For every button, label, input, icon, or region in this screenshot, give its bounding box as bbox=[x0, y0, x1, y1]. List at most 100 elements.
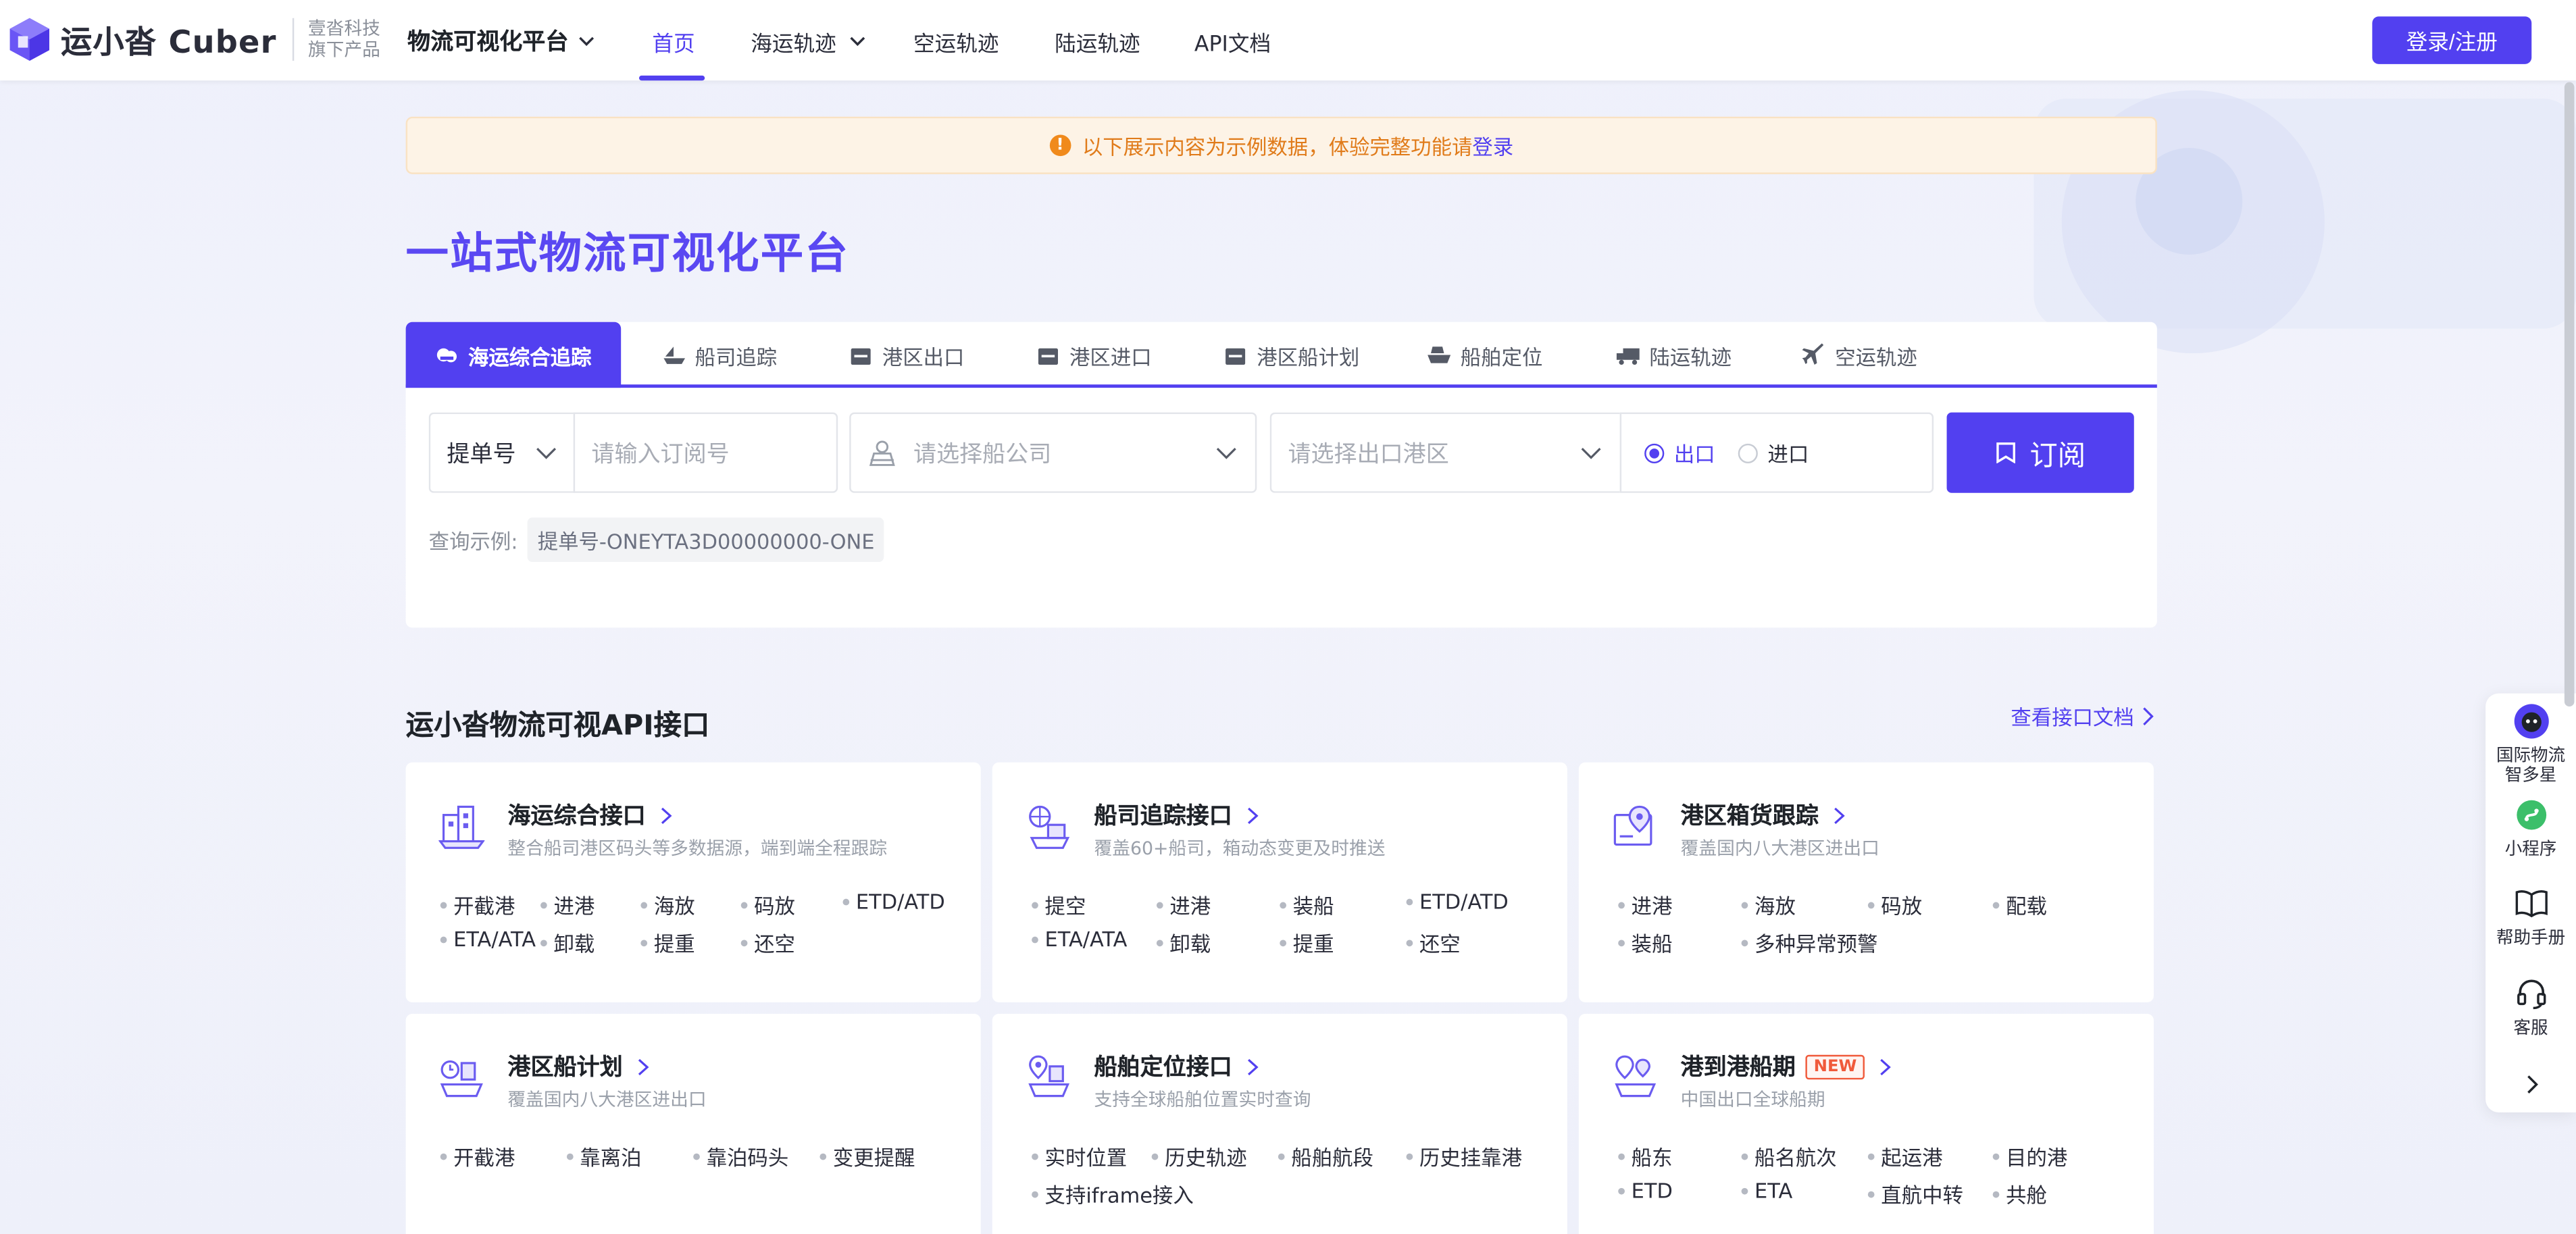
feature-item: 配载 bbox=[1993, 889, 2047, 920]
carrier-select[interactable]: 请选择船公司 bbox=[849, 412, 1257, 493]
login-register-button[interactable]: 登录/注册 bbox=[2372, 16, 2532, 64]
tab-port-import[interactable]: 港区进口 bbox=[1036, 322, 1152, 388]
api-card-title: 港区船计划 bbox=[507, 1050, 649, 1083]
nav-air-tracking[interactable]: 空运轨迹 bbox=[913, 26, 999, 57]
example-chip[interactable]: 提单号-ONEYTA3D00000000-ONE bbox=[528, 517, 885, 562]
api-card-ocean-combined[interactable]: 海运综合接口 整合船司港区码头等多数据源，端到端全程跟踪 开截港 进港 海放 码… bbox=[405, 762, 981, 1002]
subscribe-button[interactable]: 订阅 bbox=[1946, 412, 2134, 493]
nav-land-tracking[interactable]: 陆运轨迹 bbox=[1055, 26, 1140, 57]
side-item-label: 小程序 bbox=[2504, 840, 2557, 860]
feature-item: 起运港 bbox=[1868, 1140, 1942, 1171]
api-card-title-text: 港到港船期 bbox=[1680, 1054, 1796, 1081]
feature-item: 共舱 bbox=[1993, 1178, 2047, 1209]
direction-radio-group: 出口 进口 bbox=[1619, 412, 1934, 493]
tab-carrier-tracking[interactable]: 船司追踪 bbox=[662, 322, 777, 388]
tab-ocean-combined[interactable]: 海运综合追踪 bbox=[405, 322, 622, 388]
platform-dropdown[interactable]: 物流可视化平台 bbox=[407, 24, 595, 57]
feature-item: 进港 bbox=[540, 889, 595, 920]
chevron-right-icon bbox=[1248, 1058, 1259, 1075]
tab-land-tracking[interactable]: 陆运轨迹 bbox=[1616, 322, 1732, 388]
tab-port-vessel-plan[interactable]: 港区船计划 bbox=[1224, 322, 1360, 388]
chevron-down-icon bbox=[579, 36, 595, 45]
api-card-desc: 覆盖60+船司，箱动态变更及时推送 bbox=[1094, 838, 1386, 860]
warning-icon: ! bbox=[1049, 134, 1071, 157]
logo-divider bbox=[293, 18, 295, 61]
api-card-title: 船舶定位接口 bbox=[1094, 1050, 1259, 1083]
radio-import[interactable]: 进口 bbox=[1738, 437, 1809, 468]
feature-item: ETA bbox=[1742, 1178, 1792, 1202]
vessel-schedule-icon bbox=[440, 1060, 483, 1098]
side-item-ai-assistant[interactable]: 国际物流智多星 bbox=[2485, 703, 2576, 786]
notice-text: 以下展示内容为示例数据，体验完整功能请 bbox=[1082, 134, 1473, 159]
feature-item: 船东 bbox=[1618, 1140, 1673, 1171]
logo[interactable]: 运小沓 Cuber 壹沓科技 旗下产品 bbox=[8, 16, 380, 62]
tagline-line2: 旗下产品 bbox=[307, 39, 380, 61]
api-card-port-schedule[interactable]: 港到港船期 NEW 中国出口全球船期 船东 船名航次 起运港 目的港 ETD ET… bbox=[1578, 1013, 2154, 1234]
collapse-panel-button[interactable] bbox=[2485, 1075, 2576, 1094]
api-card-title: 港区箱货跟踪 bbox=[1681, 798, 1845, 831]
feature-item: 靠离泊 bbox=[567, 1140, 641, 1171]
api-card-carrier-tracking[interactable]: 船司追踪接口 覆盖60+船司，箱动态变更及时推送 提空 进港 装船 ETD/AT… bbox=[992, 762, 1567, 1002]
tab-label: 港区船计划 bbox=[1257, 344, 1360, 369]
number-type-value: 提单号 bbox=[447, 441, 516, 468]
api-card-title: 港到港船期 NEW bbox=[1681, 1050, 1892, 1083]
api-card-desc: 中国出口全球船期 bbox=[1680, 1089, 1825, 1111]
tab-vessel-positioning[interactable]: 船舶定位 bbox=[1428, 322, 1542, 388]
chevron-right-icon bbox=[1834, 806, 1845, 823]
api-card-title: 船司追踪接口 bbox=[1094, 798, 1259, 831]
active-nav-indicator bbox=[638, 75, 705, 81]
chevron-down-icon bbox=[536, 448, 557, 459]
nav-api-docs[interactable]: API文档 bbox=[1194, 26, 1271, 57]
radio-export[interactable]: 出口 bbox=[1644, 437, 1715, 468]
number-type-select[interactable]: 提单号 bbox=[428, 412, 576, 493]
vessel-locate-icon bbox=[1428, 343, 1451, 366]
radio-dot bbox=[1738, 442, 1758, 463]
feature-item: 船名航次 bbox=[1742, 1140, 1837, 1171]
example-label: 查询示例: bbox=[428, 529, 518, 554]
feature-item: 码放 bbox=[1868, 889, 1922, 920]
tab-label: 船舶定位 bbox=[1460, 344, 1543, 369]
tab-port-export[interactable]: 港区出口 bbox=[849, 322, 964, 388]
chevron-right-icon bbox=[1248, 806, 1259, 823]
side-item-mini-program[interactable]: 小程序 bbox=[2485, 797, 2576, 859]
tab-air-tracking[interactable]: 空运轨迹 bbox=[1802, 322, 1917, 388]
feature-item: 历史挂靠港 bbox=[1407, 1140, 1522, 1171]
feature-item: 码放 bbox=[741, 889, 795, 920]
headset-icon bbox=[2512, 976, 2548, 1012]
page-scrollbar[interactable] bbox=[2564, 82, 2575, 707]
logo-text: 运小沓 Cuber bbox=[60, 24, 277, 60]
export-port-select[interactable]: 请选择出口港区 bbox=[1269, 412, 1620, 493]
view-api-docs-label: 查看接口文档 bbox=[2011, 704, 2134, 730]
robot-icon bbox=[2512, 703, 2548, 740]
api-card-title-text: 港区船计划 bbox=[507, 1054, 623, 1081]
feature-item: 海放 bbox=[640, 889, 695, 920]
feature-item: 装船 bbox=[1280, 889, 1334, 920]
api-card-port-vessel-plan[interactable]: 港区船计划 覆盖国内八大港区进出口 开截港 靠离泊 靠泊码头 变更提醒 bbox=[405, 1013, 981, 1234]
feature-item: ETD/ATD bbox=[1407, 889, 1509, 913]
api-card-vessel-positioning[interactable]: 船舶定位接口 支持全球船舶位置实时查询 实时位置 历史轨迹 船舶航段 历史挂靠港… bbox=[992, 1013, 1567, 1234]
sample-data-notice: ! 以下展示内容为示例数据，体验完整功能请 登录 bbox=[405, 116, 2157, 174]
chevron-right-icon bbox=[2526, 1075, 2537, 1094]
subscription-number-input[interactable]: 请输入订阅号 bbox=[573, 412, 838, 493]
nav-ocean-tracking[interactable]: 海运轨迹 bbox=[751, 26, 865, 57]
notice-login-link[interactable]: 登录 bbox=[1472, 130, 1513, 161]
side-item-help-manual[interactable]: 帮助手册 bbox=[2485, 885, 2576, 948]
chevron-down-icon bbox=[1581, 448, 1601, 459]
feature-item: 装船 bbox=[1618, 927, 1673, 958]
port-placeholder: 请选择出口港区 bbox=[1288, 441, 1449, 468]
feature-item: 历史轨迹 bbox=[1152, 1140, 1247, 1171]
view-api-docs-link[interactable]: 查看接口文档 bbox=[2011, 700, 2154, 731]
side-item-customer-service[interactable]: 客服 bbox=[2485, 976, 2576, 1038]
feature-item: 卸载 bbox=[540, 927, 595, 958]
feature-item: 提空 bbox=[1032, 889, 1086, 920]
number-placeholder: 请输入订阅号 bbox=[591, 441, 730, 468]
nav-home[interactable]: 首页 bbox=[652, 26, 694, 57]
container-export-icon bbox=[849, 343, 872, 366]
new-badge: NEW bbox=[1805, 1054, 1865, 1079]
mini-program-icon bbox=[2512, 797, 2548, 833]
api-card-port-cargo[interactable]: 港区箱货跟踪 覆盖国内八大港区进出口 进港 海放 码放 配载 装船 多种异常预警 bbox=[1578, 762, 2154, 1002]
hero-title: 一站式物流可视化平台 bbox=[405, 230, 850, 280]
feature-item: 直航中转 bbox=[1868, 1178, 1963, 1209]
tab-label: 空运轨迹 bbox=[1835, 344, 1917, 369]
feature-item: 还空 bbox=[1407, 927, 1461, 958]
